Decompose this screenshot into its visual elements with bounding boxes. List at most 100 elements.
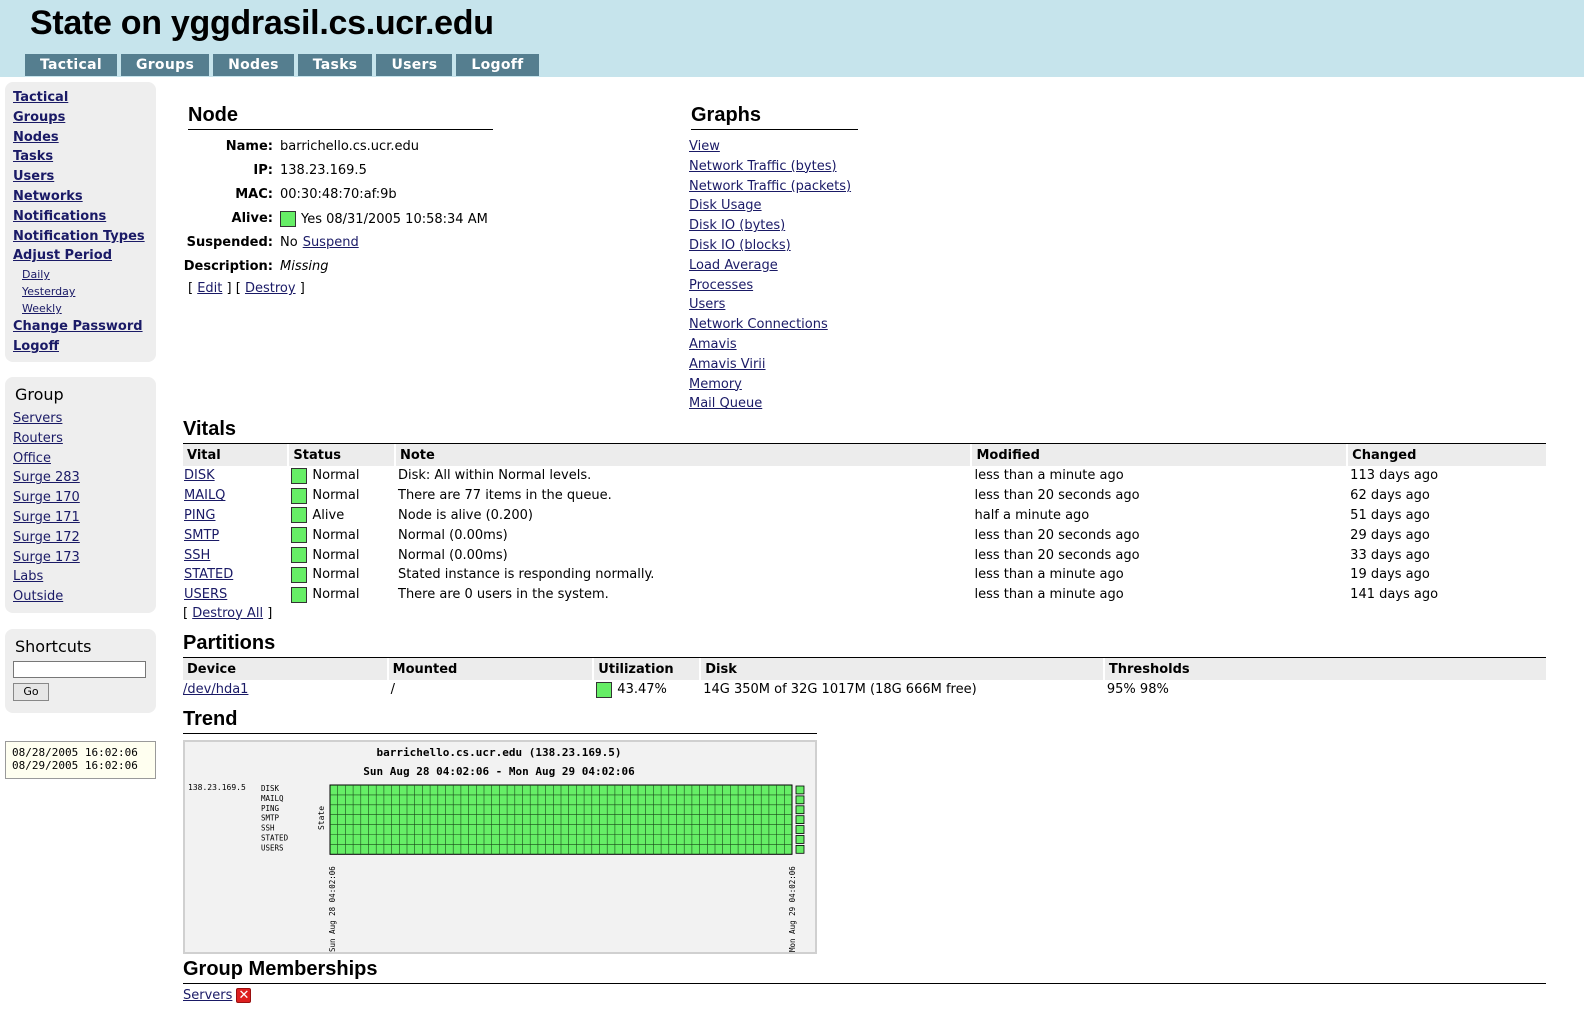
group-link-outside[interactable]: Outside [13, 587, 156, 607]
group-link-surge-283[interactable]: Surge 283 [13, 468, 156, 488]
device-link[interactable]: /dev/hda1 [183, 682, 248, 697]
chart-row-label: SMTP [261, 814, 280, 823]
graph-link-users[interactable]: Users [689, 295, 889, 315]
graph-link-amavis-virii[interactable]: Amavis Virii [689, 355, 889, 375]
group-link-surge-172[interactable]: Surge 172 [13, 528, 156, 548]
graph-link-disk-usage[interactable]: Disk Usage [689, 196, 889, 216]
graph-link-disk-io-blocks[interactable]: Disk IO (blocks) [689, 236, 889, 256]
graph-link-memory[interactable]: Memory [689, 375, 889, 395]
alive-status-icon [280, 211, 296, 227]
shortcuts-title: Shortcuts [15, 637, 92, 656]
graph-link-processes[interactable]: Processes [689, 276, 889, 296]
device-cell: /dev/hda1 [183, 680, 387, 700]
go-button[interactable]: Go [13, 683, 49, 701]
sidebar-menu: Tactical Groups Nodes Tasks Users Networ… [5, 82, 156, 362]
node-name-row: Name: barrichello.cs.ucr.edu [188, 139, 498, 163]
graph-link-mail-queue[interactable]: Mail Queue [689, 394, 889, 414]
graph-link-disk-io-bytes[interactable]: Disk IO (bytes) [689, 216, 889, 236]
sidebar-item-tactical[interactable]: Tactical [13, 88, 156, 108]
sidebar-item-notification-types[interactable]: Notification Types [13, 227, 156, 247]
sidebar-item-groups[interactable]: Groups [13, 108, 156, 128]
vital-cell: DISK [183, 466, 287, 486]
vital-link-mailq[interactable]: MAILQ [184, 488, 225, 503]
graphs-title: Graphs [691, 104, 858, 130]
group-link-surge-170[interactable]: Surge 170 [13, 488, 156, 508]
suspend-link[interactable]: Suspend [303, 235, 359, 250]
destroy-link[interactable]: Destroy [245, 281, 296, 296]
sidebar-item-networks[interactable]: Networks [13, 187, 156, 207]
graph-link-network-traffic-packets[interactable]: Network Traffic (packets) [689, 177, 889, 197]
group-link-routers[interactable]: Routers [13, 429, 156, 449]
membership-link-servers[interactable]: Servers [183, 988, 232, 1003]
nav-tab-tasks[interactable]: Tasks [297, 54, 373, 76]
utilization-text: 43.47% [617, 682, 667, 698]
vital-link-disk[interactable]: DISK [184, 468, 215, 483]
note-cell: Disk: All within Normal levels. [398, 468, 592, 484]
modified-cell: less than a minute ago [974, 587, 1124, 603]
period-weekly-link[interactable]: Weekly [13, 300, 156, 317]
period-daily-link[interactable]: Daily [13, 266, 156, 283]
vital-cell: STATED [183, 565, 287, 585]
bracket-open: [ [235, 281, 241, 296]
vital-link-smtp[interactable]: SMTP [184, 528, 219, 543]
graph-link-amavis[interactable]: Amavis [689, 335, 889, 355]
sidebar-item-change-password[interactable]: Change Password [13, 317, 156, 337]
sidebar-item-logoff[interactable]: Logoff [13, 337, 156, 357]
vital-link-ping[interactable]: PING [184, 508, 215, 523]
group-link-office[interactable]: Office [13, 449, 156, 469]
memberships-section: Group Memberships Servers ✕ [183, 958, 1546, 1003]
modified-cell: less than 20 seconds ago [974, 547, 1140, 563]
nav-tab-nodes[interactable]: Nodes [213, 54, 294, 76]
sidebar-item-nodes[interactable]: Nodes [13, 128, 156, 148]
group-link-labs[interactable]: Labs [13, 567, 156, 587]
status-ok-icon [291, 487, 308, 504]
period-yesterday-link[interactable]: Yesterday [13, 283, 156, 300]
nav-tab-users[interactable]: Users [376, 54, 453, 76]
bracket-close: ] [267, 605, 273, 621]
vitals-title: Vitals [183, 418, 1546, 444]
vital-link-ssh[interactable]: SSH [184, 548, 210, 563]
sidebar-item-tasks[interactable]: Tasks [13, 147, 156, 167]
bracket-close: ] [299, 281, 305, 296]
changed-cell: 29 days ago [1350, 527, 1430, 543]
vital-cell: SSH [183, 545, 287, 565]
chart-y-axis-label: State [317, 806, 326, 830]
nav-tab-logoff[interactable]: Logoff [456, 54, 539, 76]
sidebar-item-users[interactable]: Users [13, 167, 156, 187]
graph-link-load-average[interactable]: Load Average [689, 256, 889, 276]
graph-link-view[interactable]: View [689, 137, 889, 157]
group-link-servers[interactable]: Servers [13, 409, 156, 429]
nav-tab-tactical[interactable]: Tactical [25, 54, 117, 76]
vital-link-users[interactable]: USERS [184, 587, 227, 602]
changed-cell: 33 days ago [1350, 547, 1430, 563]
status-cell: Normal [289, 585, 394, 605]
destroy-all-link[interactable]: Destroy All [192, 606, 263, 621]
node-name-label: Name: [225, 139, 273, 154]
remove-membership-icon[interactable]: ✕ [236, 988, 252, 1003]
utilization-ok-icon [596, 681, 613, 698]
modified-cell: half a minute ago [974, 507, 1090, 523]
vitals-col-status: Status [289, 444, 394, 466]
group-link-surge-171[interactable]: Surge 171 [13, 508, 156, 528]
sidebar-item-adjust-period[interactable]: Adjust Period [13, 246, 156, 266]
chart-row-label: PING [261, 804, 280, 813]
chart-row-label: SSH [261, 824, 275, 833]
bracket-close: ] [226, 281, 232, 296]
nav-tab-groups[interactable]: Groups [120, 54, 210, 76]
period-dates-box: 08/28/2005 16:02:06 08/29/2005 16:02:06 [5, 741, 156, 779]
graph-link-network-connections[interactable]: Network Connections [689, 315, 889, 335]
chart-current-state-cell [795, 805, 805, 815]
shortcuts-input[interactable] [13, 661, 146, 678]
bracket-open: [ [183, 605, 189, 621]
edit-link[interactable]: Edit [197, 281, 222, 296]
note-cell: Normal (0.00ms) [398, 527, 508, 543]
partitions-table: Device Mounted Utilization Disk Threshol… [181, 658, 1548, 700]
graph-link-network-traffic-bytes[interactable]: Network Traffic (bytes) [689, 157, 889, 177]
group-link-surge-173[interactable]: Surge 173 [13, 548, 156, 568]
status-cell: Normal [289, 565, 394, 585]
vitals-table: Vital Status Note Modified Changed DISK N… [181, 444, 1548, 605]
vital-link-stated[interactable]: STATED [184, 567, 233, 582]
sidebar-item-notifications[interactable]: Notifications [13, 207, 156, 227]
vitals-header-row: Vital Status Note Modified Changed [183, 444, 1546, 466]
partitions-col-disk: Disk [701, 658, 1103, 680]
